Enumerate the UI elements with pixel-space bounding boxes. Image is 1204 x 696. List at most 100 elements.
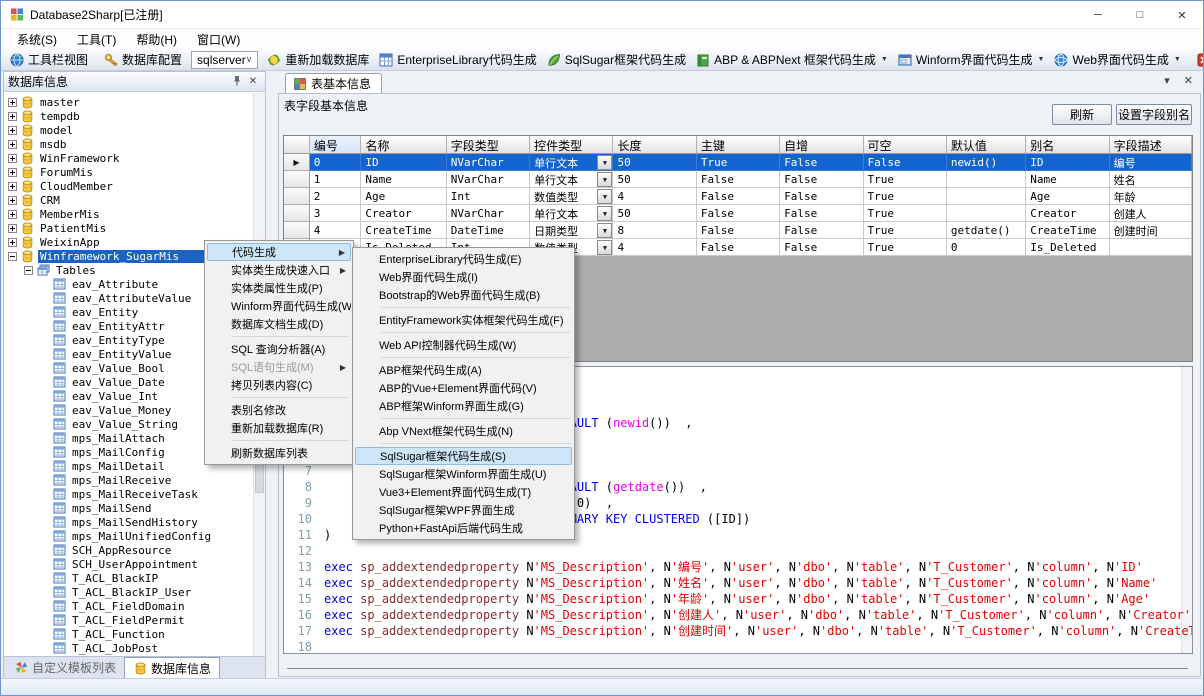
grid-cell[interactable]: Creator [1026,205,1109,222]
submenu-item-18[interactable]: Python+FastApi后端代码生成 [355,519,572,537]
grid-column-header-名称[interactable]: 名称 [361,136,446,154]
combo-dropdown-icon[interactable]: ▼ [597,189,612,204]
grid-cell[interactable]: False [780,171,863,188]
submenu-item-16[interactable]: Vue3+Element界面代码生成(T) [355,483,572,501]
grid-cell[interactable]: False [780,205,863,222]
grid-cell[interactable]: Name [1026,171,1109,188]
toolbar-button-2[interactable]: 数据库配置 [99,50,187,70]
grid-cell[interactable]: False [697,171,780,188]
grid-cell[interactable]: Int [447,188,530,205]
grid-cell[interactable]: Name [361,171,446,188]
tree-item-MemberMis[interactable]: MemberMis [4,207,253,221]
tree-item-T_ACL_Function[interactable]: T_ACL_Function [4,627,253,641]
grid-cell[interactable]: 姓名 [1110,171,1192,188]
submenu-item-4[interactable]: EntityFramework实体框架代码生成(F) [355,311,572,329]
context-menu-item-7[interactable]: SQL语句生成(M)▶ [207,358,351,376]
row-header[interactable] [284,222,310,239]
combo-dropdown-icon[interactable]: ▼ [597,172,612,187]
tab-menu-icon[interactable]: ▾ [1164,74,1170,87]
grid-column-header-长度[interactable]: 长度 [613,136,696,154]
expand-icon[interactable] [8,182,17,191]
combo-dropdown-icon[interactable]: ▼ [597,155,612,170]
submenu-item-14[interactable]: SqlSugar框架代码生成(S) [355,447,572,465]
toolbar-button-9[interactable]: Web界面代码生成▼ [1049,50,1185,70]
grid-cell[interactable]: NVarChar [447,154,530,171]
grid-cell[interactable]: 50 [613,171,696,188]
grid-cell[interactable]: CreateTime [1026,222,1109,239]
combo-dropdown-icon[interactable]: ▼ [597,206,612,221]
row-header[interactable] [284,205,310,222]
grid-cell[interactable]: False [780,188,863,205]
grid-cell[interactable]: False [864,154,947,171]
expand-icon[interactable] [8,98,17,107]
grid-cell[interactable]: True [864,171,947,188]
bottom-tab-自定义模板列表[interactable]: 自定义模板列表 [6,657,124,678]
expand-icon[interactable] [8,154,17,163]
tab-table-basic-info[interactable]: 表基本信息 [285,73,382,93]
grid-cell[interactable] [1110,239,1192,256]
submenu-item-12[interactable]: Abp VNext框架代码生成(N) [355,422,572,440]
context-menu-item-4[interactable]: 数据库文档生成(D) [207,315,351,333]
tree-item-CRM[interactable]: CRM [4,193,253,207]
grid-cell[interactable]: True [864,222,947,239]
tree-item-mps_MailSendHistory[interactable]: mps_MailSendHistory [4,515,253,529]
tree-item-mps_MailSend[interactable]: mps_MailSend [4,501,253,515]
toolbar-button-5[interactable]: EnterpriseLibrary代码生成 [374,50,541,70]
grid-cell[interactable]: True [864,188,947,205]
tree-item-T_ACL_BlackIP_User[interactable]: T_ACL_BlackIP_User [4,585,253,599]
panel-close-icon[interactable]: ✕ [245,76,261,87]
menubar-item-0[interactable]: 系统(S) [9,29,69,50]
sql-horizontal-scrollbar[interactable] [287,668,1188,669]
grid-cell[interactable]: 创建人 [1110,205,1192,222]
expand-icon[interactable] [8,210,17,219]
refresh-button[interactable]: 刷新 [1052,104,1112,125]
grid-cell[interactable]: 50 [613,154,696,171]
grid-column-header-主键[interactable]: 主键 [697,136,780,154]
context-menu-item-3[interactable]: Winform界面代码生成(W) [207,297,351,315]
submenu-item-8[interactable]: ABP框架代码生成(A) [355,361,572,379]
menubar-item-2[interactable]: 帮助(H) [128,29,189,50]
toolbar-button-11[interactable]: 退出 [1192,50,1204,70]
submenu-item-9[interactable]: ABP的Vue+Element界面代码(V) [355,379,572,397]
tree-item-mps_MailUnifiedConfig[interactable]: mps_MailUnifiedConfig [4,529,253,543]
menubar-item-1[interactable]: 工具(T) [69,29,128,50]
tree-item-T_ACL_FieldDomain[interactable]: T_ACL_FieldDomain [4,599,253,613]
context-menu-item-2[interactable]: 实体类属性生成(P) [207,279,351,297]
tab-close-icon[interactable]: ✕ [1184,74,1193,87]
context-menu-item-0[interactable]: 代码生成▶ [207,243,351,261]
tree-item-master[interactable]: master [4,95,253,109]
grid-cell[interactable]: DateTime [447,222,530,239]
grid-cell[interactable]: 单行文本▼ [530,154,613,171]
grid-column-header-控件类型[interactable]: 控件类型 [530,136,613,154]
grid-cell[interactable]: 日期类型▼ [530,222,613,239]
grid-cell[interactable]: False [697,188,780,205]
grid-cell[interactable]: 4 [613,188,696,205]
grid-column-header-字段类型[interactable]: 字段类型 [447,136,530,154]
grid-cell[interactable]: 1 [310,171,362,188]
grid-corner-header[interactable] [284,136,310,154]
tree-item-model[interactable]: model [4,123,253,137]
tree-item-WinFramework[interactable]: WinFramework [4,151,253,165]
grid-cell[interactable]: False [697,205,780,222]
grid-cell[interactable]: NVarChar [447,171,530,188]
grid-cell[interactable]: False [780,222,863,239]
grid-cell[interactable]: 8 [613,222,696,239]
submenu-item-2[interactable]: Bootstrap的Web界面代码生成(B) [355,286,572,304]
connection-select[interactable]: sqlserver∨ [191,51,258,69]
menubar-item-3[interactable]: 窗口(W) [189,29,252,50]
table-row[interactable]: 2AgeInt数值类型▼4FalseFalseTrueAge年龄 [284,188,1192,205]
context-menu-item-10[interactable]: 表别名修改 [207,401,351,419]
grid-cell[interactable]: 0 [947,239,1026,256]
submenu-item-17[interactable]: SqlSugar框架WPF界面生成 [355,501,572,519]
tree-item-T_ACL_BlackIP[interactable]: T_ACL_BlackIP [4,571,253,585]
grid-cell[interactable]: 编号 [1110,154,1192,171]
grid-cell[interactable]: False [780,154,863,171]
grid-cell[interactable]: 50 [613,205,696,222]
table-row[interactable]: 3CreatorNVarChar单行文本▼50FalseFalseTrueCre… [284,205,1192,222]
tree-item-T_ACL_FieldPermit[interactable]: T_ACL_FieldPermit [4,613,253,627]
grid-cell[interactable]: Age [1026,188,1109,205]
minimize-button[interactable]: ─ [1077,1,1119,29]
collapse-icon[interactable] [8,252,17,261]
grid-cell[interactable]: 年龄 [1110,188,1192,205]
submenu-item-10[interactable]: ABP框架Winform界面生成(G) [355,397,572,415]
